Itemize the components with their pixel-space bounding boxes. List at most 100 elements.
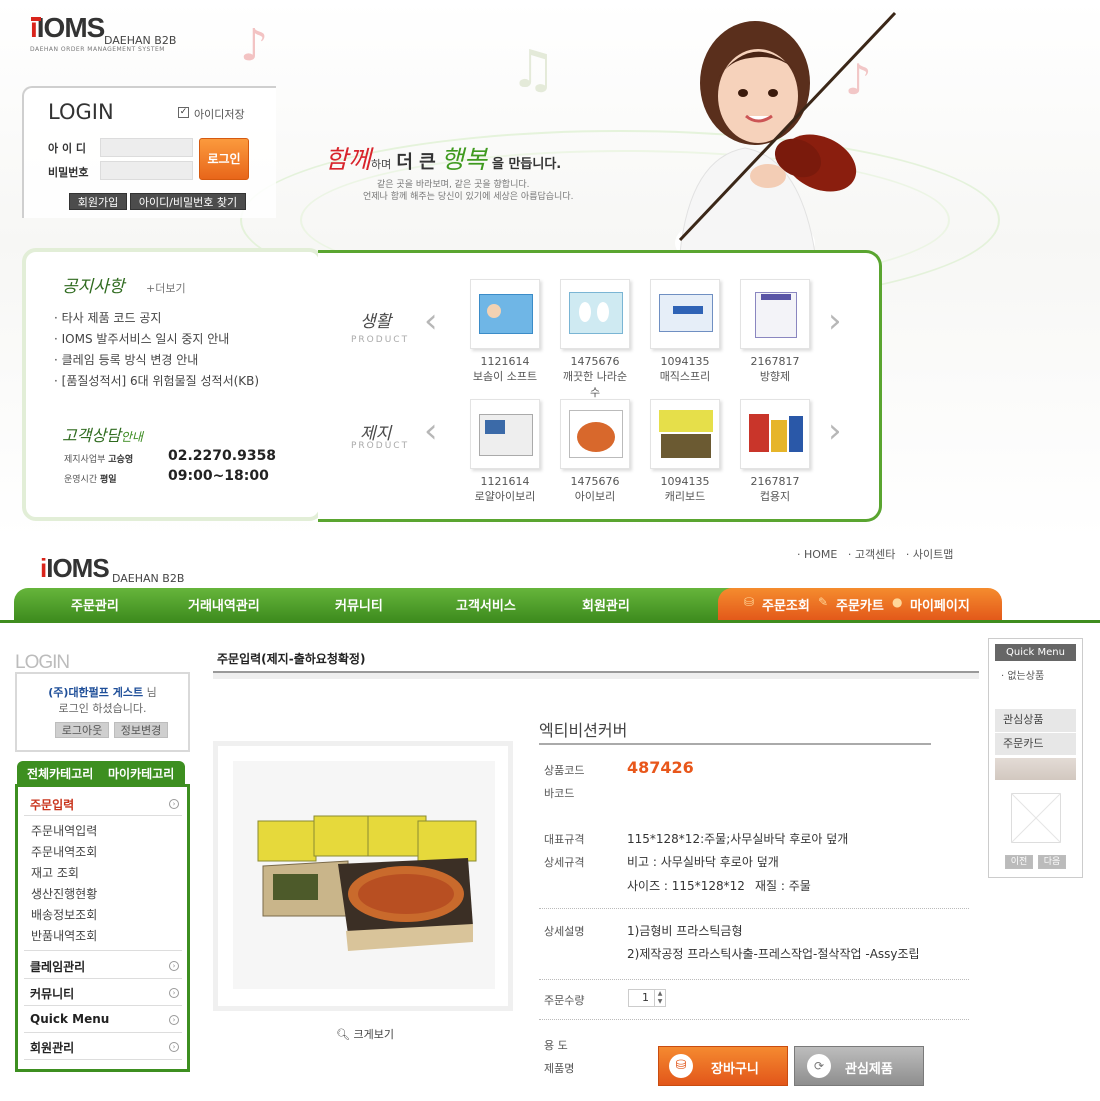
quick-favorites[interactable]: 관심상품 [995,709,1076,733]
add-to-cart-button[interactable]: ⛁ 장바구니 [658,1046,788,1086]
product-name: 로얄아이보리 [474,490,536,503]
top-section: ♪ ♫ ♪ iIOMS DAEHAN B2B DAEHAN ORDER MANA… [0,0,1100,540]
barcode-label: 바코드 [544,787,575,800]
nav-customer-service[interactable]: 고객서비스 [456,595,516,614]
product-item[interactable]: 1121614 보솜이 소프트 [468,279,542,384]
slogan-line: 언제나 함께 해주는 당신이 있기에 세상은 아름답습니다. [363,192,574,202]
menu-order-input[interactable]: 주문입력 [30,796,74,813]
password-input[interactable] [100,161,193,180]
product-thumbnail [470,279,540,349]
cs-dept: 제지사업부 고승영 [64,455,134,465]
product-code: 1121614 [480,475,530,488]
cart-label: 장바구니 [711,1062,759,1077]
prev-arrow-icon[interactable]: ‹ [424,301,438,341]
cs-hours: 09:00~18:00 [168,468,269,484]
login-box: LOGIN ✓ 아이디저장 아 이 디 비밀번호 로그인 회원가입 아이디/비밀… [22,86,276,218]
quick-empty-slot [995,758,1076,780]
category-menu: 주문입력 › 주문내역입력 주문내역조회 재고 조회 생산진행현황 배송정보조회… [15,784,190,1072]
product-thumbnail [740,279,810,349]
login-button[interactable]: 로그인 [199,138,249,180]
product-name: 방향제 [759,370,791,383]
menu-community[interactable]: 커뮤니티 [30,985,74,1002]
notice-item[interactable]: · 클레임 등록 방식 변경 안내 [54,350,259,371]
product-code: 1475676 [570,355,620,368]
find-account-button[interactable]: 아이디/비밀번호 찾기 [130,193,246,210]
notice-item[interactable]: · [품질성적서] 6대 위험물질 성적서(KB) [54,371,259,392]
sidebar-greeting: 로그인 하셨습니다. [58,702,147,715]
product-item[interactable]: 2167817 컵용지 [738,399,812,504]
name-underline [539,743,931,745]
header-logo[interactable]: iIOMS [40,553,110,584]
notice-item[interactable]: · IOMS 발주서비스 일시 중지 안내 [54,329,259,350]
title-shadow [213,673,979,679]
nav-community[interactable]: 커뮤니티 [335,595,383,614]
nav-mypage[interactable]: 마이페이지 [910,595,970,614]
product-item[interactable]: 1475676 깨끗한 나라순수 [558,279,632,400]
next-arrow-icon[interactable]: › [828,411,842,451]
prev-arrow-icon[interactable]: ‹ [424,411,438,451]
magnifier-icon: 🔍︎ [336,1028,350,1041]
menu-member[interactable]: 회원관리 [30,1039,74,1056]
product-image-frame[interactable] [213,741,513,1011]
util-links: · HOME · 고객센타 · 사이트맵 [797,546,953,562]
menu-claim[interactable]: 클레임관리 [30,958,85,975]
nav-member[interactable]: 회원관리 [582,595,630,614]
submenu-item[interactable]: 배송정보조회 [31,906,97,923]
slogan-word: 더 큰 [396,152,436,173]
tab-my-category[interactable]: 마이카테고리 [108,765,174,782]
notice-item[interactable]: · 타사 제품 코드 공지 [54,308,259,329]
util-home-link[interactable]: · HOME [797,548,837,561]
login-title: LOGIN [48,100,114,124]
submenu-item[interactable]: 주문내역입력 [31,822,97,839]
row2-sub: PRODUCT [351,441,410,451]
detail-spec-value: 비고 : 사무실바닥 후로아 덮개 [627,855,779,869]
stepper-arrows-icon[interactable]: ▲ ▼ [654,990,665,1006]
product-item[interactable]: 1094135 매직스프리 [648,279,722,384]
tab-all-category[interactable]: 전체카테고리 [27,765,93,782]
product-name: 매직스프리 [659,370,711,383]
product-item[interactable]: 1121614 로얄아이보리 [468,399,542,504]
edit-profile-button[interactable]: 정보변경 [114,722,168,738]
zoom-link[interactable]: 🔍︎ 크게보기 [336,1026,394,1042]
edit-icon: ✎ [818,595,829,609]
logout-button[interactable]: 로그아웃 [55,722,109,738]
submenu-item[interactable]: 주문내역조회 [31,843,97,860]
notice-panel: 공지사항 +더보기 · 타사 제품 코드 공지 · IOMS 발주서비스 일시 … [22,248,323,521]
prodname-label: 제품명 [544,1062,575,1075]
notice-more-link[interactable]: +더보기 [146,280,186,296]
util-sitemap-link[interactable]: · 사이트맵 [906,548,953,561]
logo-mark [31,17,41,21]
next-arrow-icon[interactable]: › [828,301,842,341]
util-cs-link[interactable]: · 고객센타 [848,548,895,561]
quick-none-item: · 없는상품 [1001,671,1045,682]
submenu-item[interactable]: 반품내역조회 [31,927,97,944]
wishlist-button[interactable]: ⟳ 관심제품 [794,1046,924,1086]
product-name: 깨끗한 나라순수 [562,370,628,399]
slogan-word: 하며 [371,158,392,171]
product-item[interactable]: 1094135 캐리보드 [648,399,722,504]
chevron-right-icon: › [169,988,179,998]
product-code: 487426 [627,758,694,777]
quick-prev-button[interactable]: 이전 [1005,855,1033,869]
divider [24,1059,182,1060]
quick-order-card[interactable]: 주문카드 [995,733,1076,755]
product-item[interactable]: 1475676 아이보리 [558,399,632,504]
detail-spec-label: 상세규격 [544,856,585,869]
submenu-item[interactable]: 생산진행현황 [31,885,97,902]
product-thumbnail [470,399,540,469]
join-button[interactable]: 회원가입 [69,193,127,210]
remember-checkbox[interactable]: ✓ [178,107,189,118]
divider [539,979,969,980]
id-input[interactable] [100,138,193,157]
quick-next-button[interactable]: 다음 [1038,855,1066,869]
qty-label: 주문수량 [544,994,585,1007]
menu-quick[interactable]: Quick Menu [30,1012,109,1026]
submenu-item[interactable]: 재고 조회 [31,864,79,881]
product-thumbnail [560,279,630,349]
nav-order-cart[interactable]: 주문카트 [836,595,884,614]
nav-order-inquiry[interactable]: 주문조회 [762,595,810,614]
product-item[interactable]: 2167817 방향제 [738,279,812,384]
nav-transactions[interactable]: 거래내역관리 [188,595,260,614]
nav-order[interactable]: 주문관리 [71,595,119,614]
desc-line: 2)제작공정 프라스틱사출-프레스작업-절삭작업 -Assy조립 [627,947,920,961]
